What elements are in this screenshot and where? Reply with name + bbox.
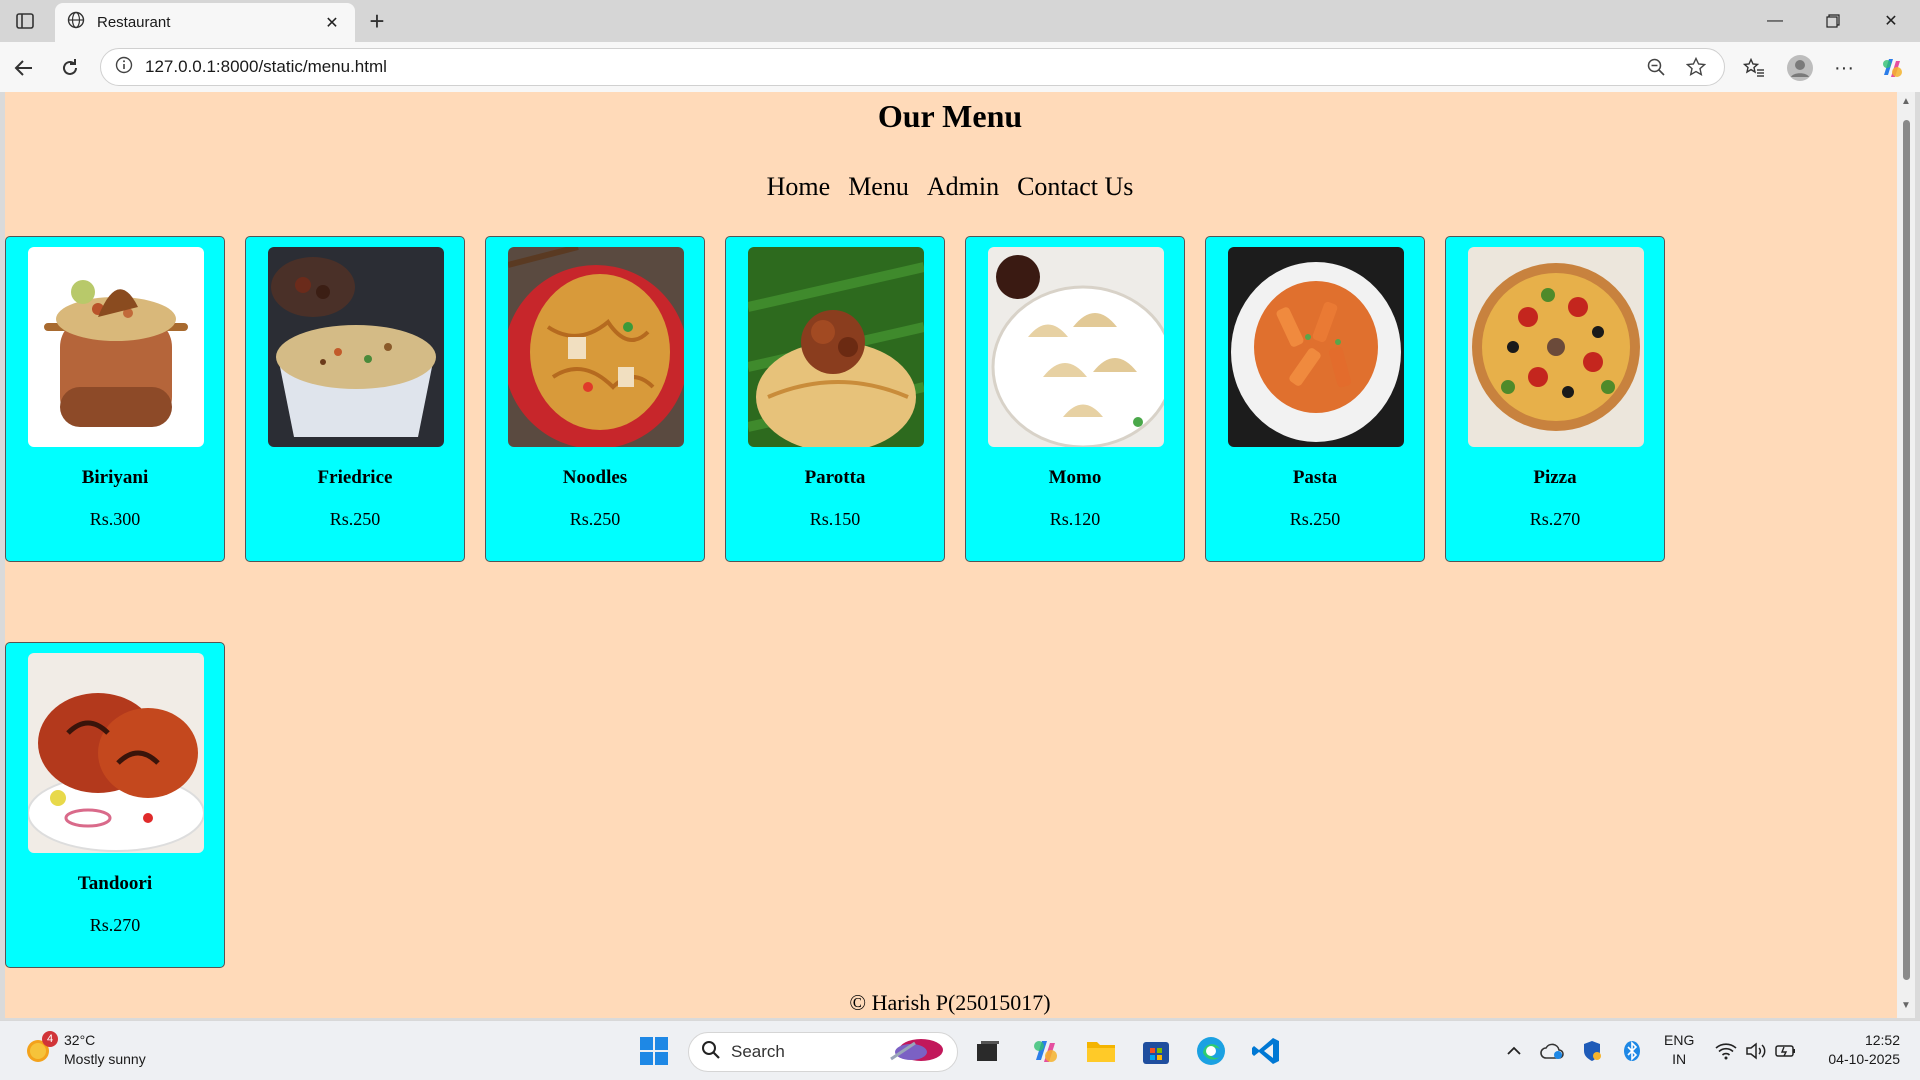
profile-avatar-icon[interactable] (1784, 52, 1816, 84)
browser-tab-bar: Restaurant ✕ + — ✕ (0, 0, 1920, 42)
tab-title: Restaurant (97, 14, 171, 31)
friedrice-image (268, 247, 444, 447)
biriyani-image (28, 247, 204, 447)
item-price: Rs.250 (1289, 509, 1341, 529)
menu-card-pasta[interactable]: Pasta Rs.250 (1205, 236, 1425, 562)
language-region: IN (1672, 1051, 1687, 1067)
weather-widget[interactable]: 4 32°C Mostly sunny (24, 1031, 146, 1069)
copilot-icon[interactable] (1876, 52, 1908, 84)
item-price: Rs.250 (569, 509, 621, 529)
item-name: Noodles (562, 467, 628, 488)
scroll-up-arrow-icon[interactable]: ▲ (1900, 96, 1912, 108)
menu-card-friedrice[interactable]: Friedrice Rs.250 (245, 236, 465, 562)
close-tab-icon[interactable]: ✕ (321, 13, 343, 33)
weather-temperature: 32°C (64, 1032, 96, 1048)
tab-actions-icon[interactable] (10, 8, 40, 34)
clock-time: 12:52 (1864, 1032, 1900, 1048)
nav-link-menu[interactable]: Menu (848, 172, 909, 202)
address-bar[interactable]: 127.0.0.1:8000/static/menu.html (100, 48, 1725, 86)
menu-card-tandoori[interactable]: Tandoori Rs.270 (5, 642, 225, 968)
nav-link-admin[interactable]: Admin (927, 172, 999, 202)
page-footer: © Harish P(25015017) (849, 990, 1051, 1015)
copilot-app-icon[interactable] (1025, 1031, 1065, 1071)
onedrive-cloud-icon[interactable] (1538, 1037, 1566, 1065)
pizza-image (1468, 247, 1644, 447)
file-explorer-icon[interactable] (1081, 1031, 1121, 1071)
item-name: Tandoori (77, 873, 153, 894)
weather-description: Mostly sunny (64, 1051, 146, 1067)
item-name: Friedrice (317, 467, 393, 488)
globe-icon (67, 11, 85, 34)
search-icon (701, 1040, 721, 1065)
microsoft-store-icon[interactable] (1136, 1031, 1176, 1071)
show-hidden-icons-chevron-icon[interactable] (1500, 1037, 1528, 1065)
windows-taskbar: 4 32°C Mostly sunny Search ENG IN 12:52 … (0, 1020, 1920, 1080)
weather-badge: 4 (42, 1031, 58, 1047)
menu-card-biriyani[interactable]: Biriyani Rs.300 (5, 236, 225, 562)
browser-tab-restaurant[interactable]: Restaurant ✕ (55, 3, 355, 42)
taskbar-search-box[interactable]: Search (688, 1032, 958, 1072)
restore-button[interactable] (1804, 0, 1862, 42)
wifi-icon[interactable] (1712, 1037, 1740, 1065)
close-window-button[interactable]: ✕ (1862, 0, 1920, 42)
item-name: Biriyani (81, 467, 149, 488)
item-name: Parotta (804, 467, 866, 488)
item-price: Rs.150 (809, 509, 861, 529)
favorite-star-icon[interactable] (1682, 53, 1710, 81)
site-info-icon[interactable] (115, 56, 133, 79)
new-tab-button[interactable]: + (362, 6, 392, 36)
more-options-icon[interactable]: ··· (1828, 52, 1860, 84)
vscode-icon[interactable] (1246, 1031, 1286, 1071)
item-name: Pasta (1292, 467, 1338, 488)
noodles-image (508, 247, 684, 447)
security-shield-icon[interactable] (1578, 1037, 1606, 1065)
battery-charging-icon[interactable] (1772, 1037, 1800, 1065)
momo-image (988, 247, 1164, 447)
menu-card-noodles[interactable]: Noodles Rs.250 (485, 236, 705, 562)
windows-start-icon[interactable] (634, 1031, 674, 1071)
back-arrow-icon[interactable] (8, 52, 40, 84)
search-highlight-icon (885, 1035, 945, 1070)
task-view-icon[interactable] (968, 1031, 1008, 1071)
bluetooth-icon[interactable] (1618, 1037, 1646, 1065)
search-label: Search (731, 1042, 785, 1061)
tandoori-image (28, 653, 204, 853)
parotta-image (748, 247, 924, 447)
item-name: Momo (1048, 467, 1102, 488)
scroll-down-arrow-icon[interactable]: ▼ (1900, 1000, 1912, 1012)
favorites-icon[interactable] (1738, 52, 1770, 84)
minimize-button[interactable]: — (1746, 0, 1804, 42)
volume-icon[interactable] (1742, 1037, 1770, 1065)
scrollbar-thumb[interactable] (1903, 120, 1910, 980)
item-price: Rs.120 (1049, 509, 1101, 529)
pasta-image (1228, 247, 1404, 447)
language-code: ENG (1664, 1032, 1695, 1048)
nav-link-contact-us[interactable]: Contact Us (1017, 172, 1133, 202)
item-name: Pizza (1533, 467, 1577, 488)
menu-card-parotta[interactable]: Parotta Rs.150 (725, 236, 945, 562)
page-scrollbar[interactable]: ▲ ▼ (1897, 92, 1915, 1018)
system-clock[interactable]: 12:52 04-10-2025 (1810, 1031, 1900, 1069)
nav-link-home[interactable]: Home (767, 172, 831, 202)
main-nav: Home Menu Admin Contact Us (5, 172, 1895, 202)
weather-sun-icon: 4 (24, 1031, 58, 1065)
clock-date: 04-10-2025 (1828, 1051, 1900, 1067)
browser-toolbar: 127.0.0.1:8000/static/menu.html ··· (0, 42, 1920, 92)
item-price: Rs.270 (89, 915, 141, 935)
item-price: Rs.300 (89, 509, 141, 529)
item-price: Rs.270 (1529, 509, 1581, 529)
url-text[interactable]: 127.0.0.1:8000/static/menu.html (145, 57, 1630, 77)
menu-card-momo[interactable]: Momo Rs.120 (965, 236, 1185, 562)
zoom-out-icon[interactable] (1642, 53, 1670, 81)
web-page: Our Menu Home Menu Admin Contact Us Biri… (5, 92, 1897, 1018)
language-indicator[interactable]: ENG IN (1664, 1031, 1694, 1069)
refresh-icon[interactable] (54, 52, 86, 84)
edge-browser-icon[interactable] (1191, 1031, 1231, 1071)
page-title: Our Menu (877, 98, 1023, 134)
menu-card-pizza[interactable]: Pizza Rs.270 (1445, 236, 1665, 562)
item-price: Rs.250 (329, 509, 381, 529)
